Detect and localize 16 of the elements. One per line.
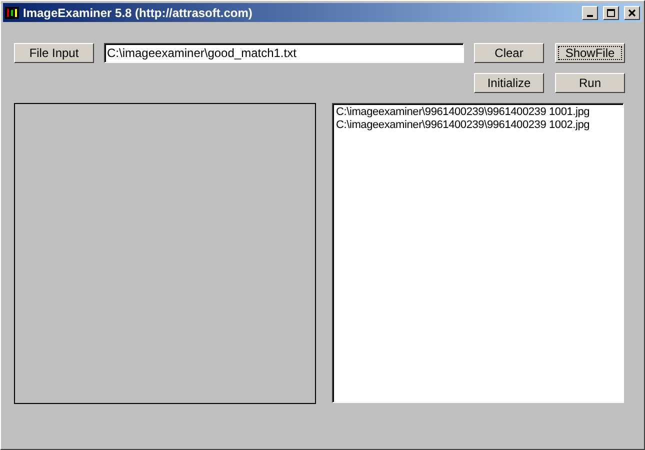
list-item[interactable]: C:\imageexaminer\9961400239\9961400239 1002.jpg [336,119,620,132]
minimize-button[interactable] [582,6,598,20]
app-icon [5,6,19,18]
maximize-icon [607,8,615,16]
close-icon [628,8,636,16]
maximize-button[interactable] [603,6,619,20]
action-button[interactable]: ShowFile [555,43,625,63]
action-button[interactable]: Run [555,73,625,93]
minimize-icon [587,14,593,16]
close-button[interactable] [624,6,640,20]
list-item[interactable]: C:\imageexaminer\9961400239\9961400239 1001.jpg [336,106,620,119]
window-title: ImageExaminer 5.8 (http://attrasoft.com) [23,6,254,20]
file-path-field[interactable]: C:\imageexaminer\good_match1.txt [104,43,464,63]
action-button[interactable]: Initialize [474,73,544,93]
action-button[interactable]: Clear [474,43,544,63]
file-input-button[interactable]: File Input [14,43,94,63]
